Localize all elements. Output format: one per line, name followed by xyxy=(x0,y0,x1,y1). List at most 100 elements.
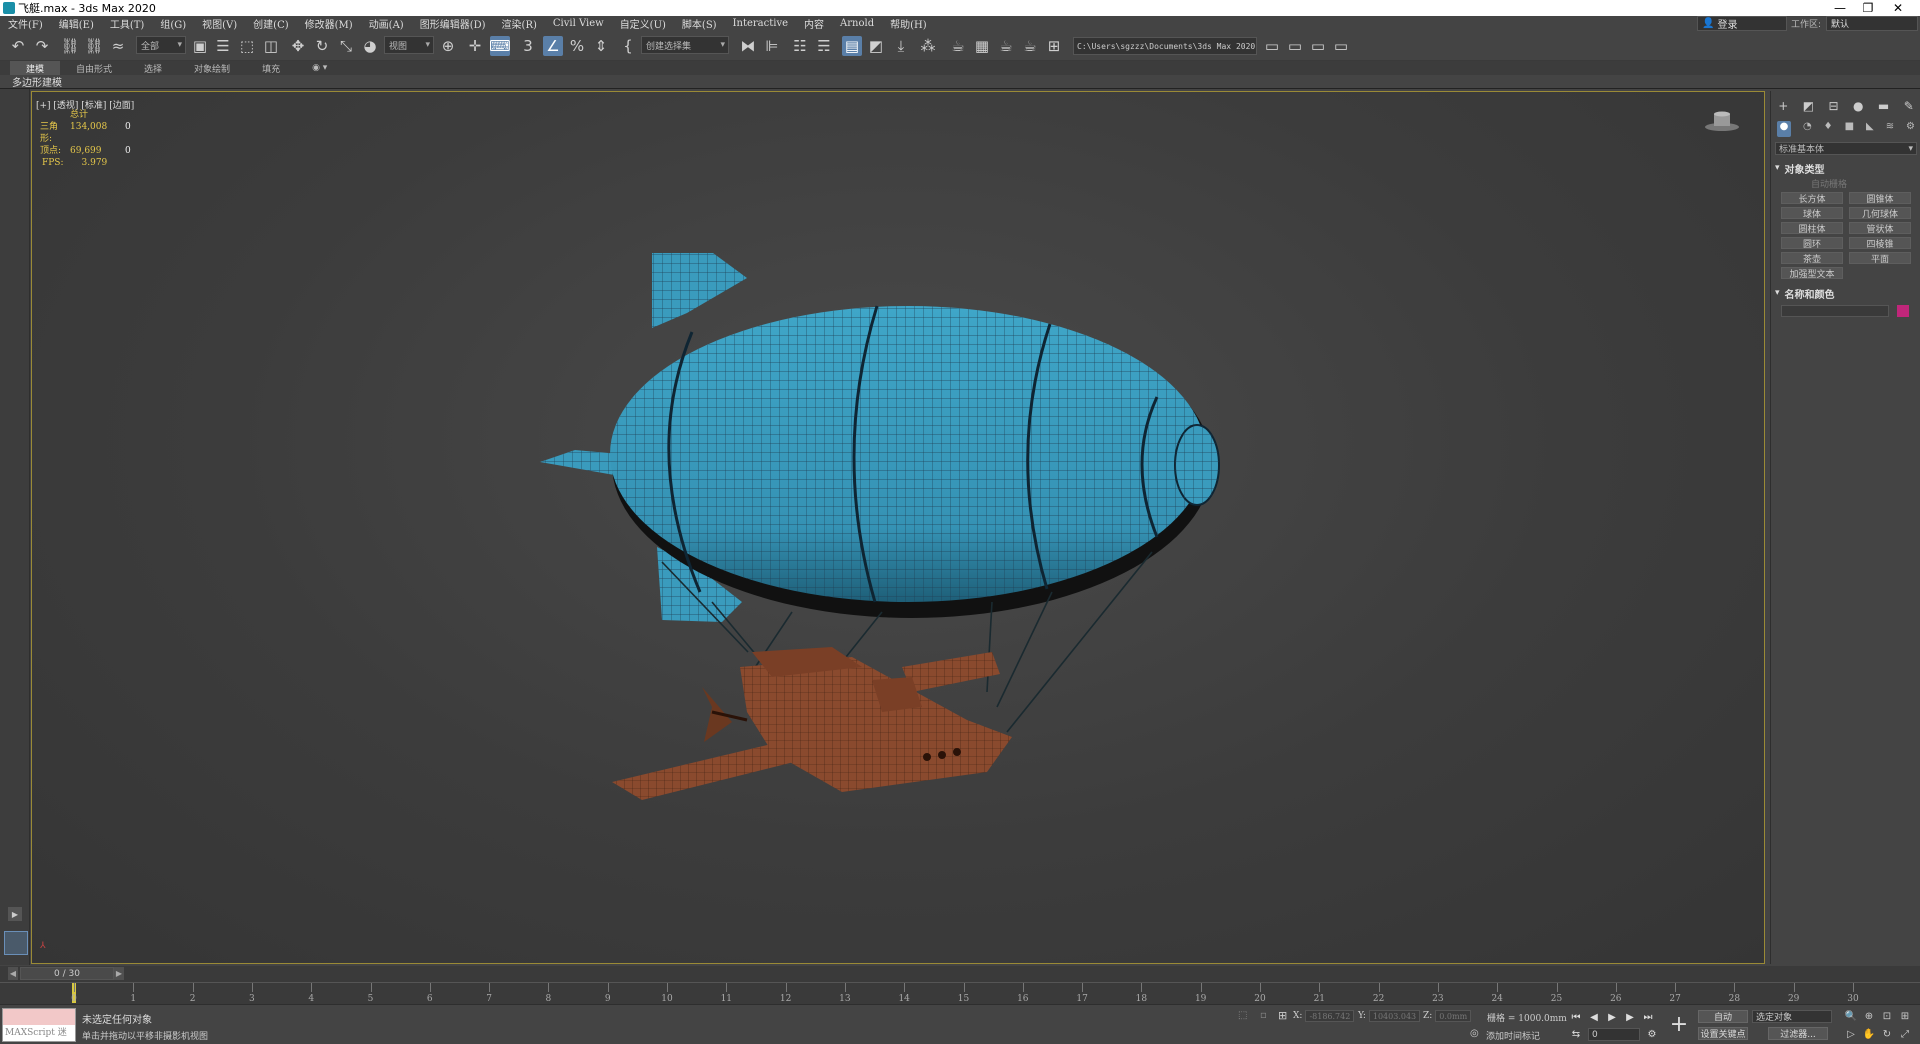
fov-icon[interactable]: ▷ xyxy=(1844,1027,1858,1041)
project-folder-icon[interactable]: ▭ xyxy=(1262,36,1282,56)
orbit-icon[interactable]: ↻ xyxy=(1880,1027,1894,1041)
zoom-extents-all-icon[interactable]: ⊞ xyxy=(1898,1009,1912,1023)
select-manipulate-icon[interactable]: ✛ xyxy=(465,36,485,56)
maximize-viewport-icon[interactable]: ⤢ xyxy=(1898,1027,1912,1041)
prev-frame-arrow-icon[interactable]: ◀ xyxy=(8,967,18,980)
goto-end-icon[interactable]: ⏭ xyxy=(1640,1010,1656,1024)
menu-content[interactable]: 内容 xyxy=(796,16,832,31)
tab-freeform[interactable]: 自由形式 xyxy=(60,61,128,75)
rect-selection-region-icon[interactable]: ⬚ xyxy=(237,36,257,56)
absolute-mode-icon[interactable]: ⊞ xyxy=(1278,1009,1287,1022)
project-path-field[interactable]: C:\Users\sgzzz\Documents\3ds Max 2020 xyxy=(1073,37,1257,55)
next-frame-arrow-icon[interactable]: ▶ xyxy=(114,967,124,980)
previous-frame-icon[interactable]: ◀ xyxy=(1586,1010,1602,1024)
autogrid-checkbox[interactable]: 自动栅格 xyxy=(1811,177,1917,190)
textplus-button[interactable]: 加强型文本 xyxy=(1781,267,1843,280)
geosphere-button[interactable]: 几何球体 xyxy=(1849,207,1911,220)
unlink-icon[interactable]: ⛓ xyxy=(84,36,104,56)
y-coordinate-field[interactable]: 10403.043 xyxy=(1368,1010,1421,1022)
key-selection-select[interactable]: 选定对象 xyxy=(1752,1010,1832,1023)
menu-interactive[interactable]: Interactive xyxy=(725,18,796,29)
snaps-toggle-icon[interactable]: 3 xyxy=(518,36,538,56)
x-coordinate-field[interactable]: -8186.742 xyxy=(1305,1010,1355,1022)
systems-icon[interactable]: ⚙ xyxy=(1906,121,1915,137)
schematic-view-icon[interactable]: ⤓ xyxy=(891,36,911,56)
material-editor-icon[interactable]: ⁂ xyxy=(918,36,938,56)
mirror-icon[interactable]: ⧓ xyxy=(738,36,758,56)
space-warps-icon[interactable]: ≋ xyxy=(1886,121,1894,137)
play-icon[interactable]: ▶ xyxy=(1604,1010,1620,1024)
object-name-input[interactable] xyxy=(1781,305,1889,317)
rendered-frame-window-icon[interactable]: ▦ xyxy=(972,36,992,56)
signin-dropdown[interactable]: 👤 登录 xyxy=(1697,16,1787,31)
helpers-icon[interactable]: ◣ xyxy=(1866,121,1874,137)
percent-snap-icon[interactable]: % xyxy=(567,36,587,56)
cameras-icon[interactable]: ■ xyxy=(1845,121,1854,137)
display-tab-icon[interactable]: ▬ xyxy=(1878,99,1889,117)
menu-create[interactable]: 创建(C) xyxy=(245,16,296,31)
menu-rendering[interactable]: 渲染(R) xyxy=(494,16,545,31)
teapot-button[interactable]: 茶壶 xyxy=(1781,252,1843,265)
named-selection-select[interactable]: 创建选择集 xyxy=(641,36,729,54)
tab-selection[interactable]: 选择 xyxy=(128,61,178,75)
undo-icon[interactable]: ↶ xyxy=(8,36,28,56)
menu-civil-view[interactable]: Civil View xyxy=(545,18,612,29)
render-cloud-icon[interactable]: ⊞ xyxy=(1044,36,1064,56)
keyboard-shortcut-override-icon[interactable]: ⌨ xyxy=(489,36,511,56)
z-coordinate-field[interactable]: 0.0mm xyxy=(1435,1010,1472,1022)
perspective-viewport[interactable]: [+] [透视] [标准] [边面] 总计 三角形: 134,008 0 顶点:… xyxy=(31,91,1765,964)
utilities-tab-icon[interactable]: ✎ xyxy=(1904,99,1914,117)
render-production-icon[interactable]: ☕ xyxy=(996,36,1016,56)
object-color-swatch[interactable] xyxy=(1897,305,1909,317)
set-key-big-icon[interactable]: + xyxy=(1666,1011,1692,1037)
shapes-icon[interactable]: ◔ xyxy=(1803,121,1812,137)
link-icon[interactable]: ⛓ xyxy=(60,36,80,56)
reference-coord-select[interactable]: 视图 xyxy=(384,36,434,54)
layer-explorer-icon[interactable]: ☴ xyxy=(814,36,834,56)
window-crossing-icon[interactable]: ◫ xyxy=(261,36,281,56)
menu-views[interactable]: 视图(V) xyxy=(194,16,245,31)
modify-tab-icon[interactable]: ◩ xyxy=(1803,99,1814,117)
name-color-title[interactable]: 名称和颜色 xyxy=(1775,286,1917,301)
maxscript-listener[interactable]: MAXScript 迷 xyxy=(2,1008,76,1042)
scale-icon[interactable]: ⤡ xyxy=(336,36,356,56)
box-button[interactable]: 长方体 xyxy=(1781,192,1843,205)
goto-start-icon[interactable]: ⏮ xyxy=(1568,1010,1584,1024)
sphere-button[interactable]: 球体 xyxy=(1781,207,1843,220)
render-setup-icon[interactable]: ☕ xyxy=(948,36,968,56)
menu-edit[interactable]: 编辑(E) xyxy=(51,16,102,31)
cylinder-button[interactable]: 圆柱体 xyxy=(1781,222,1843,235)
menu-scripting[interactable]: 脚本(S) xyxy=(674,16,725,31)
time-config-icon[interactable]: ⚙ xyxy=(1644,1027,1660,1041)
workspace-select[interactable]: 默认 xyxy=(1826,16,1918,31)
select-by-name-icon[interactable]: ☰ xyxy=(213,36,233,56)
motion-tab-icon[interactable]: ● xyxy=(1853,99,1863,117)
isolate-selection-icon[interactable]: ⬚ xyxy=(1238,1010,1247,1021)
ribbon-options-icon[interactable]: ◉ ▾ xyxy=(296,61,343,75)
create-tab-icon[interactable]: + xyxy=(1778,99,1788,117)
menu-help[interactable]: 帮助(H) xyxy=(882,16,935,31)
hierarchy-tab-icon[interactable]: ⊟ xyxy=(1829,99,1839,117)
zoom-all-icon[interactable]: ⊕ xyxy=(1862,1009,1876,1023)
menu-animation[interactable]: 动画(A) xyxy=(361,16,412,31)
key-mode-icon[interactable]: ⇆ xyxy=(1568,1027,1584,1041)
auto-key-button[interactable]: 自动 xyxy=(1698,1010,1748,1023)
lights-icon[interactable]: ♦ xyxy=(1824,121,1833,137)
move-icon[interactable]: ✥ xyxy=(288,36,308,56)
pivot-center-icon[interactable]: ⊕ xyxy=(438,36,458,56)
ribbon-toggle-icon[interactable]: ▤ xyxy=(842,36,862,56)
tab-object-paint[interactable]: 对象绘制 xyxy=(178,61,246,75)
viewport-layout-icon[interactable] xyxy=(4,931,28,955)
torus-button[interactable]: 圆环 xyxy=(1781,237,1843,250)
key-filters-button[interactable]: 过滤器... xyxy=(1768,1027,1828,1040)
curve-editor-icon[interactable]: ◩ xyxy=(866,36,886,56)
spinner-snap-icon[interactable]: ⇕ xyxy=(591,36,611,56)
zoom-extents-icon[interactable]: ⊡ xyxy=(1880,1009,1894,1023)
tab-modeling[interactable]: 建模 xyxy=(10,61,61,75)
project-settings-icon[interactable]: ▭ xyxy=(1331,36,1351,56)
rotate-icon[interactable]: ↻ xyxy=(312,36,332,56)
open-project-icon[interactable]: ▭ xyxy=(1285,36,1305,56)
expand-arrow-icon[interactable]: ▶ xyxy=(8,907,22,921)
menu-modifiers[interactable]: 修改器(M) xyxy=(297,16,361,31)
menu-file[interactable]: 文件(F) xyxy=(0,16,51,31)
